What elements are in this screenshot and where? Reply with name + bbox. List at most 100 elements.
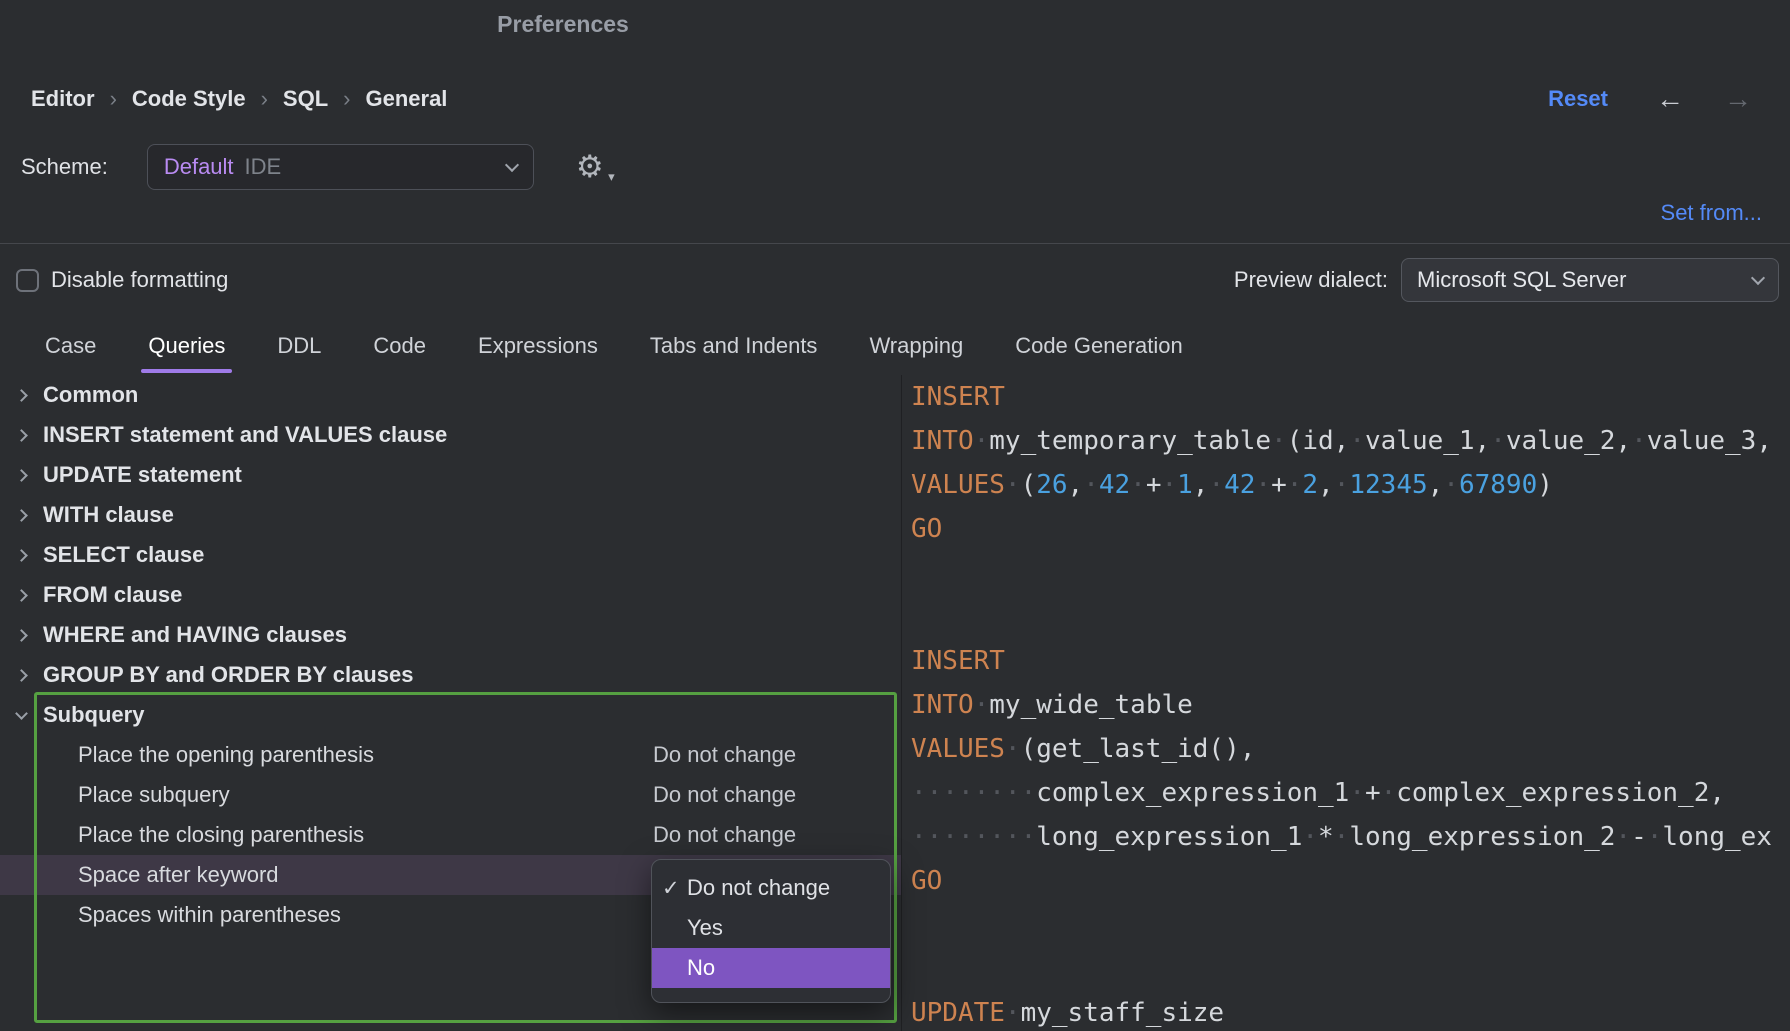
sql-text: + [1271,470,1287,500]
tree-item-where-and-having-clauses[interactable]: WHERE and HAVING clauses [0,615,901,655]
chevron-right-icon [15,549,28,562]
preferences-window: { "window": { "title": "Preferences" }, … [0,0,1790,1031]
code-line [911,903,1790,947]
sql-number: 1 [1177,470,1193,500]
tree-item-insert-statement-and-values-clause[interactable]: INSERT statement and VALUES clause [0,415,901,455]
disable-formatting-checkbox[interactable] [16,269,39,292]
tree-item-label: UPDATE statement [43,462,242,488]
code-line: INSERT [911,375,1790,419]
sql-keyword: GO [911,514,942,544]
sql-number: 42 [1099,470,1130,500]
tab-tabs-and-indents[interactable]: Tabs and Indents [629,316,839,375]
setting-label: Spaces within parentheses [78,902,341,928]
dropdown-option-do-not-change[interactable]: ✓Do not change [652,868,890,908]
chevron-right-icon [15,669,28,682]
sql-keyword: VALUES [911,734,1005,764]
tree-item-label: WITH clause [43,502,174,528]
whitespace-dots: · [1302,822,1318,852]
reset-button[interactable]: Reset [1548,86,1608,112]
whitespace-dots: · [1334,822,1350,852]
dropdown-option-no[interactable]: No [652,948,890,988]
preview-dialect-select[interactable]: Microsoft SQL Server [1401,258,1779,302]
tab-expressions[interactable]: Expressions [457,316,619,375]
sql-number: 12345 [1349,470,1427,500]
gear-icon: ⚙ [576,149,604,185]
sql-text: + [1365,778,1381,808]
tree-item-update-statement[interactable]: UPDATE statement [0,455,901,495]
scheme-select[interactable]: Default IDE [147,144,534,190]
chevron-down-icon [505,157,519,171]
tree-item-with-clause[interactable]: WITH clause [0,495,901,535]
sql-text: my_temporary_table [989,426,1271,456]
chevron-right-icon [15,629,28,642]
code-line: INTO·my_wide_table [911,683,1790,727]
set-from-link[interactable]: Set from... [1661,200,1762,226]
setting-value[interactable]: Do not change [653,742,796,768]
breadcrumb-item-sql[interactable]: SQL [283,86,328,112]
whitespace-dots: ········ [911,822,1036,852]
whitespace-dots: · [1631,426,1647,456]
sql-keyword: UPDATE [911,998,1005,1028]
whitespace-dots: · [1334,470,1350,500]
code-line: ········long_expression_1·*·long_express… [911,815,1790,859]
sql-preview-editor[interactable]: INSERTINTO·my_temporary_table·(id,·value… [902,375,1790,1031]
tree-item-group-by-and-order-by-clauses[interactable]: GROUP BY and ORDER BY clauses [0,655,901,695]
tab-case[interactable]: Case [24,316,117,375]
sql-text: complex_expression_1 [1036,778,1349,808]
window-title: Preferences [497,11,629,38]
settings-tree: CommonINSERT statement and VALUES clause… [0,375,901,935]
whitespace-dots: · [1490,426,1506,456]
setting-row-place-the-opening-parenthesis[interactable]: Place the opening parenthesisDo not chan… [0,735,901,775]
chevron-right-icon [15,469,28,482]
tab-ddl[interactable]: DDL [256,316,342,375]
tab-queries[interactable]: Queries [127,316,246,375]
setting-value[interactable]: Do not change [653,782,796,808]
sql-number: 67890 [1459,470,1537,500]
tree-item-label: FROM clause [43,582,182,608]
tree-group-subquery[interactable]: Subquery [0,695,901,735]
sql-text: my_staff_size [1021,998,1225,1028]
tree-group-label: Subquery [43,702,144,728]
whitespace-dots: · [1130,470,1146,500]
sql-keyword: GO [911,866,942,896]
setting-row-place-subquery[interactable]: Place subquery Do not change [0,775,901,815]
tab-code-generation[interactable]: Code Generation [994,316,1204,375]
back-arrow-icon[interactable]: ← [1656,85,1684,113]
code-line: UPDATE·my_staff_size [911,991,1790,1031]
tab-code[interactable]: Code [352,316,447,375]
tab-bar: CaseQueriesDDLCodeExpressionsTabs and In… [0,316,1790,375]
dropdown-option-label: Yes [687,915,723,941]
breadcrumb-item-editor[interactable]: Editor [31,86,95,112]
setting-label: Space after keyword [78,862,279,888]
setting-label: Place subquery [78,782,230,808]
whitespace-dots: · [974,426,990,456]
tab-wrapping[interactable]: Wrapping [848,316,984,375]
sql-text: (id, [1287,426,1350,456]
tree-item-from-clause[interactable]: FROM clause [0,575,901,615]
breadcrumb-item-general[interactable]: General [365,86,447,112]
code-line [911,947,1790,991]
tree-item-select-clause[interactable]: SELECT clause [0,535,901,575]
dropdown-option-yes[interactable]: Yes [652,908,890,948]
whitespace-dots: · [1208,470,1224,500]
scheme-actions-button[interactable]: ⚙ ▾ [576,149,604,185]
whitespace-dots: · [1349,426,1365,456]
tree-item-common[interactable]: Common [0,375,901,415]
chevron-down-icon [15,707,28,720]
checkmark-icon: ✓ [662,876,680,901]
breadcrumb-item-code-style[interactable]: Code Style [132,86,246,112]
sql-text: ( [1021,470,1037,500]
chevron-right-icon [15,429,28,442]
scheme-suffix: IDE [245,154,282,180]
breadcrumb-row: Editor›Code Style›SQL›General Reset ← → [0,70,1790,128]
chevron-right-icon [15,389,28,402]
chevron-right-icon [15,509,28,522]
setfrom-row: Set from... [0,198,1790,228]
sql-text: (get_last_id(), [1021,734,1256,764]
forward-arrow-icon[interactable]: → [1724,85,1752,113]
setting-row-place-the-closing-parenthesis[interactable]: Place the closing parenthesisDo not chan… [0,815,901,855]
setting-value[interactable]: Do not change [653,822,796,848]
sql-text: , [1428,470,1444,500]
chevron-down-icon [1751,270,1765,284]
main-split: CommonINSERT statement and VALUES clause… [0,375,1790,1031]
